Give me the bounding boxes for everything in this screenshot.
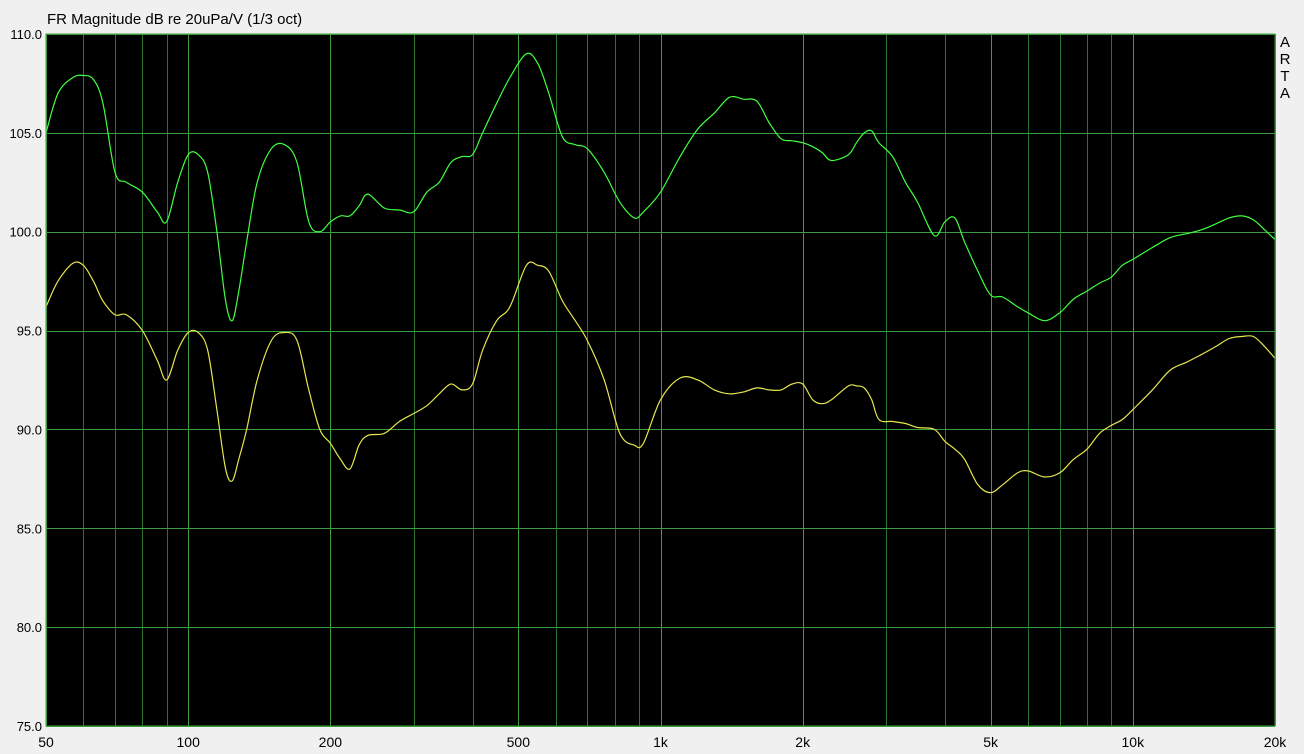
x-tick-label: 10k bbox=[1122, 734, 1146, 750]
y-axis-ticks: 75.0 80.0 85.0 90.0 95.0 100.0 105.0 110.0 bbox=[9, 27, 42, 734]
x-tick-label: 500 bbox=[507, 734, 531, 750]
y-tick-label: 85.0 bbox=[17, 521, 42, 536]
brand-letter: A bbox=[1280, 34, 1290, 51]
y-tick-label: 100.0 bbox=[9, 225, 42, 240]
frequency-response-chart: 75.0 80.0 85.0 90.0 95.0 100.0 105.0 110.0 50 10… bbox=[9, 27, 1291, 750]
x-tick-label: 20k bbox=[1264, 734, 1288, 750]
brand-letter: T bbox=[1280, 68, 1289, 85]
y-tick-label: 90.0 bbox=[17, 422, 42, 437]
y-tick-label: 80.0 bbox=[17, 620, 42, 635]
arta-brand: ARTA bbox=[1280, 34, 1291, 102]
y-tick-label: 105.0 bbox=[9, 126, 42, 141]
x-tick-label: 5k bbox=[983, 734, 999, 750]
brand-letter: A bbox=[1280, 85, 1290, 102]
y-tick-label: 110.0 bbox=[10, 27, 42, 42]
x-tick-label: 200 bbox=[319, 734, 343, 750]
y-tick-label: 75.0 bbox=[17, 719, 42, 734]
y-tick-label: 95.0 bbox=[17, 324, 42, 339]
plot-area bbox=[46, 34, 1275, 726]
brand-letter: R bbox=[1280, 51, 1291, 68]
x-axis-ticks: 50 100 200 500 1k 2k 5k 10k 20k bbox=[38, 734, 1287, 750]
x-tick-label: 50 bbox=[38, 734, 54, 750]
x-tick-label: 100 bbox=[177, 734, 201, 750]
x-tick-label: 1k bbox=[653, 734, 669, 750]
x-tick-label: 2k bbox=[795, 734, 811, 750]
